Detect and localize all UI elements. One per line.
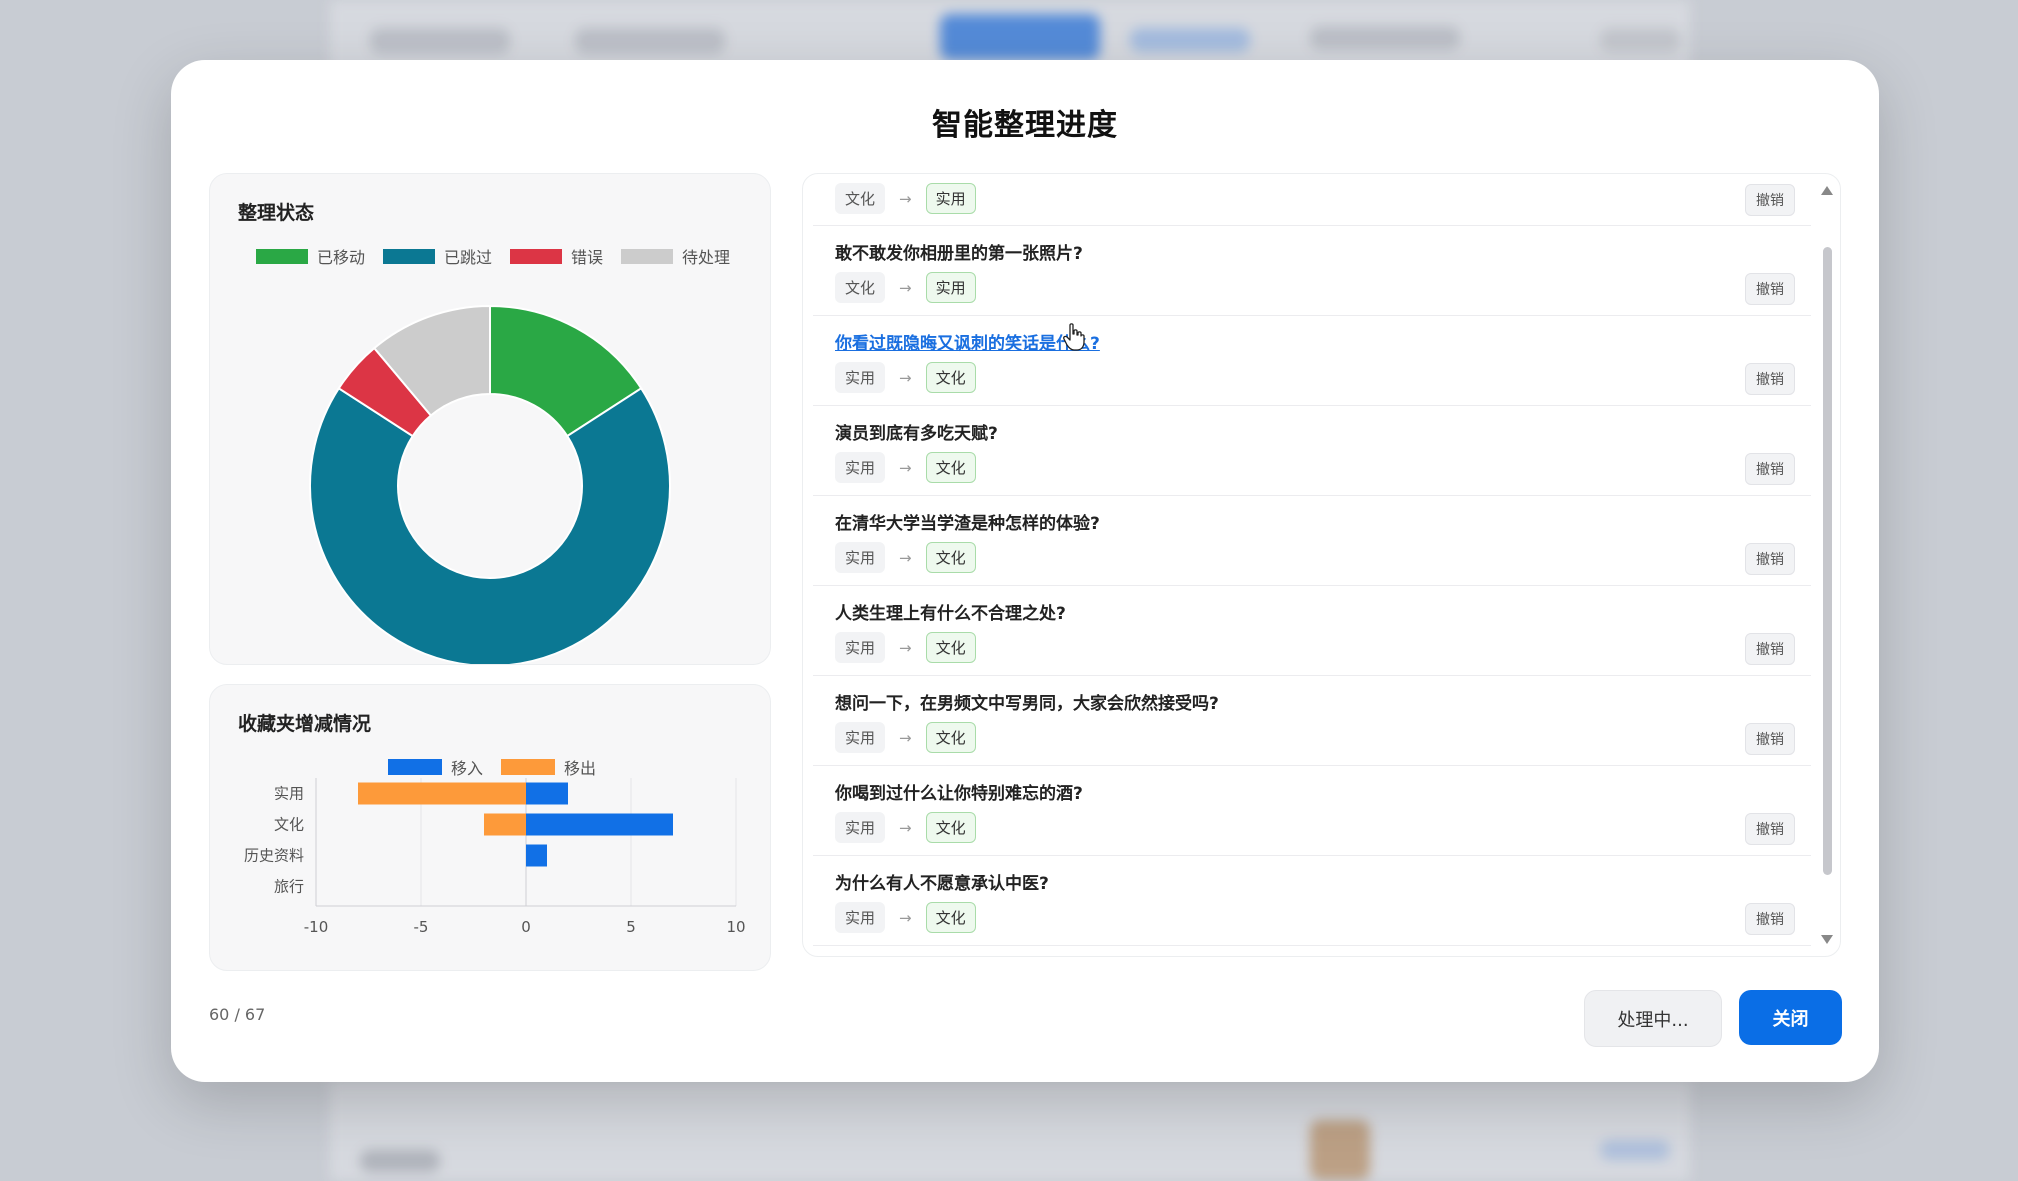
arrow-icon: →: [899, 189, 912, 208]
scroll-up-icon[interactable]: [1821, 186, 1833, 195]
progress-count: 60 / 67: [209, 1005, 266, 1024]
to-tag: 文化: [925, 362, 976, 393]
bar-移入-历史资料: [526, 844, 547, 867]
arrow-icon: →: [899, 638, 912, 657]
move-tags: 实用 → 文化: [835, 812, 976, 843]
x-tick-label: -5: [414, 918, 429, 936]
folder-panel: 收藏夹增减情况 移入 移出 -10 -5 0 5 10 实用 文化 历史资料 旅行: [209, 684, 771, 971]
to-tag: 文化: [925, 452, 976, 483]
move-tags: 实用 → 文化: [835, 902, 976, 933]
undo-button[interactable]: 撤销: [1745, 273, 1795, 305]
move-tags: 实用 → 文化: [835, 452, 976, 483]
move-tags: 文化 → 实用: [835, 183, 976, 214]
y-tick-label: 文化: [274, 816, 304, 834]
close-button[interactable]: 关闭: [1739, 990, 1842, 1045]
folder-panel-title: 收藏夹增减情况: [238, 713, 372, 735]
item-title: 为什么有人不愿意承认中医?: [835, 874, 1049, 894]
to-tag: 实用: [925, 183, 976, 214]
bar-移出-实用: [358, 782, 526, 805]
from-tag: 实用: [835, 902, 886, 933]
processing-button[interactable]: 处理中...: [1584, 990, 1722, 1047]
move-tags: 文化 → 实用: [835, 272, 976, 303]
from-tag: 实用: [835, 632, 886, 663]
from-tag: 文化: [835, 272, 886, 303]
list-item: 演员到底有多吃天赋? 实用 → 文化 撤销: [813, 406, 1811, 496]
item-title: 想问一下，在男频文中写男同，大家会欣然接受吗?: [835, 694, 1219, 714]
arrow-icon: →: [899, 728, 912, 747]
undo-button[interactable]: 撤销: [1745, 723, 1795, 755]
status-panel: 整理状态 已移动 已跳过 错误 待处理: [209, 173, 771, 665]
arrow-icon: →: [899, 278, 912, 297]
x-tick-label: 10: [726, 918, 745, 936]
bar-移入-文化: [526, 813, 673, 836]
to-tag: 实用: [925, 272, 976, 303]
list-item: 文化 → 实用 撤销: [813, 174, 1811, 226]
modal-title: 智能整理进度: [932, 108, 1118, 143]
legend-swatch: [383, 248, 436, 264]
x-tick-label: 5: [626, 918, 636, 936]
scrollbar[interactable]: [1814, 174, 1840, 956]
from-tag: 文化: [835, 183, 886, 214]
y-tick-label: 实用: [274, 785, 304, 803]
to-tag: 文化: [925, 902, 976, 933]
arrow-icon: →: [899, 908, 912, 927]
bar-移出-文化: [484, 813, 526, 836]
legend-swatch: [621, 248, 674, 264]
progress-modal: 智能整理进度 整理状态 已移动 已跳过 错误 待处理 收藏夹增减情况 移入 移出…: [171, 60, 1879, 1082]
list-item: 人类生理上有什么不合理之处? 实用 → 文化 撤销: [813, 586, 1811, 676]
folder-bar-chart: -10 -5 0 5 10 实用文化历史资料旅行: [244, 778, 746, 936]
undo-button[interactable]: 撤销: [1745, 633, 1795, 665]
arrow-icon: →: [899, 818, 912, 837]
status-panel-title: 整理状态: [238, 202, 315, 224]
arrow-icon: →: [899, 368, 912, 387]
move-tags: 实用 → 文化: [835, 722, 976, 753]
to-tag: 文化: [925, 812, 976, 843]
list-item: 在清华大学当学渣是种怎样的体验? 实用 → 文化 撤销: [813, 496, 1811, 586]
arrow-icon: →: [899, 548, 912, 567]
y-tick-label: 旅行: [274, 878, 304, 896]
list-item: 想问一下，在男频文中写男同，大家会欣然接受吗? 实用 → 文化 撤销: [813, 676, 1811, 766]
item-title: 敢不敢发你相册里的第一张照片?: [835, 244, 1083, 264]
list-item: 为什么有人不愿意承认中医? 实用 → 文化 撤销: [813, 856, 1811, 946]
legend-swatch: [256, 248, 308, 264]
scrollbar-thumb[interactable]: [1823, 247, 1832, 875]
donut-slice-1: [309, 386, 671, 664]
to-tag: 文化: [925, 632, 976, 663]
hand-cursor-icon: [1063, 323, 1085, 351]
x-tick-label: 0: [521, 918, 531, 936]
legend-swatch: [510, 248, 563, 264]
list-item: 你看过既隐晦又讽刺的笑话是什么? 实用 → 文化 撤销: [813, 316, 1811, 406]
result-list[interactable]: 文化 → 实用 撤销 敢不敢发你相册里的第一张照片? 文化 → 实用 撤销 你看…: [802, 173, 1841, 957]
list-item: 敢不敢发你相册里的第一张照片? 文化 → 实用 撤销: [813, 226, 1811, 316]
move-tags: 实用 → 文化: [835, 632, 976, 663]
undo-button[interactable]: 撤销: [1745, 903, 1795, 935]
undo-button[interactable]: 撤销: [1745, 813, 1795, 845]
to-tag: 文化: [925, 542, 976, 573]
item-title: 演员到底有多吃天赋?: [835, 424, 998, 444]
undo-button[interactable]: 撤销: [1745, 363, 1795, 395]
y-tick-label: 历史资料: [244, 847, 304, 865]
from-tag: 实用: [835, 542, 886, 573]
status-donut-chart: [309, 304, 671, 664]
undo-button[interactable]: 撤销: [1745, 184, 1795, 216]
arrow-icon: →: [899, 458, 912, 477]
bar-移入-实用: [526, 782, 568, 805]
from-tag: 实用: [835, 362, 886, 393]
list-item: 你喝到过什么让你特别难忘的酒? 实用 → 文化 撤销: [813, 766, 1811, 856]
item-title: 在清华大学当学渣是种怎样的体验?: [835, 514, 1100, 534]
move-tags: 实用 → 文化: [835, 542, 976, 573]
item-title-link[interactable]: 你看过既隐晦又讽刺的笑话是什么?: [835, 329, 1100, 354]
scroll-down-icon[interactable]: [1821, 935, 1833, 944]
move-tags: 实用 → 文化: [835, 362, 976, 393]
x-tick-label: -10: [304, 918, 329, 936]
item-title: 你喝到过什么让你特别难忘的酒?: [835, 784, 1083, 804]
to-tag: 文化: [925, 722, 976, 753]
undo-button[interactable]: 撤销: [1745, 453, 1795, 485]
item-title: 人类生理上有什么不合理之处?: [835, 604, 1066, 624]
from-tag: 实用: [835, 722, 886, 753]
from-tag: 实用: [835, 812, 886, 843]
from-tag: 实用: [835, 452, 886, 483]
undo-button[interactable]: 撤销: [1745, 543, 1795, 575]
